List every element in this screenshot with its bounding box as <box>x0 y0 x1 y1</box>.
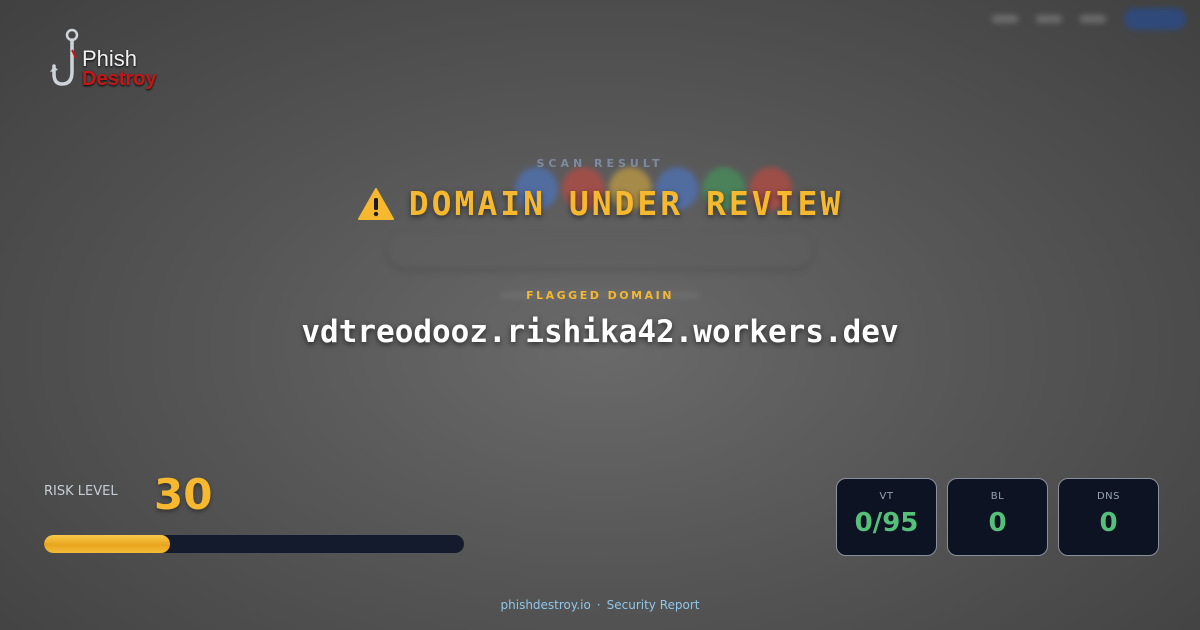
risk-progress-fill <box>44 535 170 553</box>
stat-value: 0/95 <box>854 508 919 538</box>
background-nav-link <box>992 15 1018 23</box>
background-nav-link <box>1036 15 1062 23</box>
risk-level-value: 30 <box>154 470 213 519</box>
stat-label: BL <box>990 491 1005 502</box>
stat-card-dns: DNS 0 <box>1058 478 1159 556</box>
flagged-domain-value: vdtreodooz.rishika42.workers.dev <box>301 314 899 350</box>
footer: phishdestroy.io · Security Report <box>0 598 1200 612</box>
stat-cards: VT 0/95 BL 0 DNS 0 <box>836 478 1159 556</box>
stat-value: 0 <box>988 508 1007 538</box>
footer-report-link[interactable]: Security Report <box>607 598 700 612</box>
stat-value: 0 <box>1099 508 1118 538</box>
phishdestroy-logo: Phish Destroy <box>44 28 174 98</box>
background-search-bar <box>388 232 812 268</box>
background-nav-button <box>1124 8 1186 30</box>
stat-label: VT <box>879 491 894 502</box>
footer-separator: · <box>596 598 601 612</box>
status-title: DOMAIN UNDER REVIEW <box>408 184 844 223</box>
logo-text-destroy: Destroy <box>82 68 157 90</box>
risk-level-label: RISK LEVEL <box>44 484 118 499</box>
status-headline: DOMAIN UNDER REVIEW <box>0 184 1200 223</box>
stat-card-bl: BL 0 <box>947 478 1048 556</box>
risk-progress-bar <box>44 535 464 553</box>
warning-triangle-icon <box>357 187 394 220</box>
stat-label: DNS <box>1096 491 1121 502</box>
background-nav <box>992 8 1186 30</box>
scan-result-label: SCAN RESULT <box>536 157 664 170</box>
background-nav-link <box>1080 15 1106 23</box>
flagged-domain-label: FLAGGED DOMAIN <box>526 289 674 302</box>
footer-site-link[interactable]: phishdestroy.io <box>501 598 591 612</box>
stat-card-vt: VT 0/95 <box>836 478 937 556</box>
